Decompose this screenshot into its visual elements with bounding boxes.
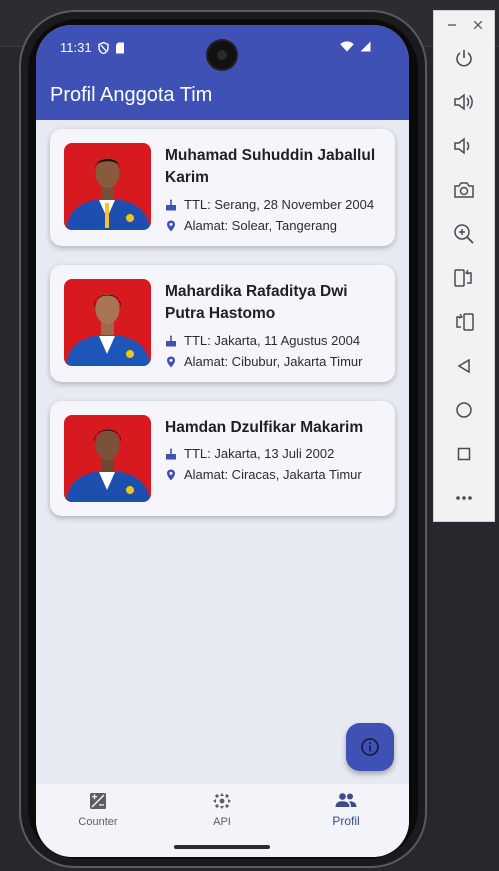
status-time: 11:31: [60, 40, 92, 55]
ttl-text: TTL: Jakarta, 13 Juli 2002: [184, 446, 335, 461]
system-icons: [340, 41, 371, 52]
people-icon: [335, 793, 357, 807]
vpn-icon: [97, 41, 109, 54]
nav-item-counter[interactable]: Counter: [58, 792, 138, 828]
rotate-right-button[interactable]: [450, 308, 478, 336]
member-card: Mahardika Rafaditya Dwi Putra Hastomo TT…: [50, 265, 395, 382]
rotate-left-button[interactable]: [450, 264, 478, 292]
member-photo: [64, 415, 151, 502]
back-button[interactable]: [450, 352, 478, 380]
member-name: Hamdan Dzulfikar Makarim: [165, 419, 364, 436]
ttl-text: TTL: Serang, 28 November 2004: [184, 197, 375, 212]
alamat-text: Alamat: Cibubur, Jakarta Timur: [184, 354, 363, 369]
bottom-navigation: Counter API Profil: [36, 784, 409, 857]
location-pin-icon: [167, 469, 175, 480]
front-camera: [208, 41, 236, 69]
member-alamat: Alamat: Cibubur, Jakarta Timur: [165, 354, 362, 369]
wifi-icon: [340, 41, 354, 52]
member-alamat: Alamat: Ciracas, Jakarta Timur: [165, 467, 362, 482]
more-button[interactable]: [450, 484, 478, 512]
overview-button[interactable]: [450, 440, 478, 468]
more-icon: [456, 496, 472, 500]
member-name: Mahardika Rafaditya Dwi Putra Hastomo: [165, 283, 348, 322]
volume-up-button[interactable]: [450, 88, 478, 116]
member-ttl: TTL: Serang, 28 November 2004: [165, 197, 374, 212]
info-fab-button[interactable]: [346, 723, 394, 771]
alamat-text: Alamat: Ciracas, Jakarta Timur: [184, 467, 362, 482]
location-pin-icon: [167, 356, 175, 367]
counter-icon: [90, 793, 106, 809]
home-icon: [456, 402, 472, 418]
phone-screen: 11:31 Profil Anggota Tim Muhamad Suhuddi…: [36, 25, 409, 857]
nav-item-api[interactable]: API: [182, 792, 262, 828]
rotate-right-icon: [456, 313, 474, 331]
cake-icon: [166, 335, 176, 346]
toolbar-window-controls: [434, 15, 494, 35]
gesture-home-bar[interactable]: [174, 845, 270, 849]
power-button[interactable]: [450, 44, 478, 72]
nav-label: Counter: [78, 816, 118, 828]
status-bar: 11:31: [60, 40, 125, 55]
avatar: [66, 429, 150, 502]
member-ttl: TTL: Jakarta, 11 Agustus 2004: [165, 333, 360, 348]
api-icon: [213, 793, 231, 809]
home-button[interactable]: [450, 396, 478, 424]
member-name: Muhamad Suhuddin Jaballul Karim: [165, 147, 376, 186]
avatar: [66, 294, 150, 366]
overview-icon: [457, 447, 471, 461]
location-pin-icon: [167, 220, 175, 231]
volume-up-icon: [454, 93, 473, 111]
alamat-text: Alamat: Solear, Tangerang: [184, 218, 337, 233]
member-card: Hamdan Dzulfikar Makarim TTL: Jakarta, 1…: [50, 401, 395, 516]
app-bar: 11:31 Profil Anggota Tim: [36, 25, 409, 120]
member-ttl: TTL: Jakarta, 13 Juli 2002: [165, 446, 334, 461]
screenshot-button[interactable]: [450, 176, 478, 204]
volume-down-icon: [454, 137, 470, 155]
power-icon: [456, 50, 472, 67]
back-icon: [457, 358, 470, 374]
nav-label: API: [213, 816, 231, 828]
close-icon[interactable]: [474, 21, 482, 29]
cake-icon: [166, 199, 176, 210]
member-card: Muhamad Suhuddin Jaballul Karim TTL: Ser…: [50, 129, 395, 246]
zoom-icon: [454, 224, 474, 244]
page-title: Profil Anggota Tim: [50, 84, 213, 106]
info-icon: [361, 738, 379, 756]
nav-label: Profil: [332, 814, 360, 828]
volume-down-button[interactable]: [450, 132, 478, 160]
signal-icon: [360, 41, 371, 52]
member-photo: [64, 279, 151, 366]
emulator-toolbar: [433, 10, 495, 522]
sd-card-icon: [115, 42, 124, 53]
nav-item-profil[interactable]: Profil: [306, 792, 386, 828]
member-photo: [64, 143, 151, 230]
camera-icon: [454, 182, 474, 198]
rotate-left-icon: [454, 269, 472, 287]
cake-icon: [166, 448, 176, 459]
member-alamat: Alamat: Solear, Tangerang: [165, 218, 337, 233]
avatar: [66, 158, 150, 230]
ttl-text: TTL: Jakarta, 11 Agustus 2004: [184, 333, 361, 348]
minimize-icon[interactable]: [448, 21, 456, 29]
zoom-button[interactable]: [450, 220, 478, 248]
